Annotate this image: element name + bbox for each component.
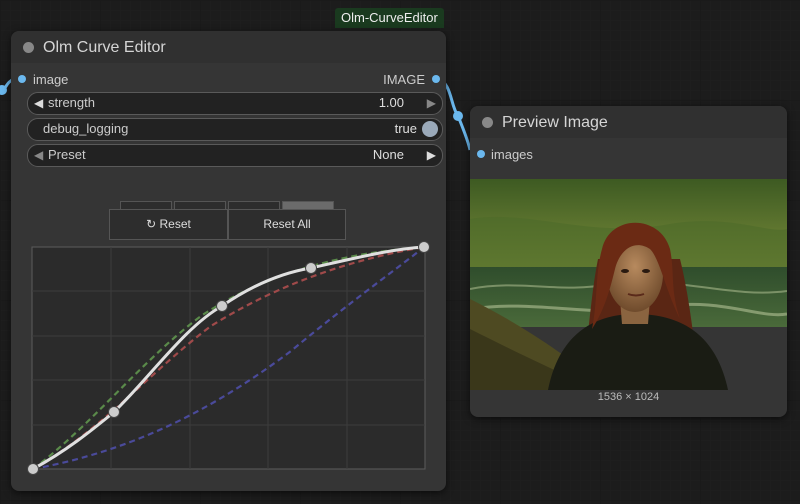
control-point bbox=[27, 463, 39, 475]
curve-graph[interactable] bbox=[11, 31, 446, 491]
curve-editor-node[interactable]: Olm Curve Editor image IMAGE ◀ strength … bbox=[11, 31, 446, 491]
control-point bbox=[418, 241, 430, 253]
preview-image bbox=[470, 179, 787, 390]
input-slot-label: images bbox=[491, 147, 533, 162]
input-slot-dot-icon[interactable] bbox=[477, 150, 485, 158]
image-dimensions: 1536 × 1024 bbox=[597, 391, 660, 403]
graph-background bbox=[31, 246, 426, 470]
node-header[interactable]: Preview Image bbox=[470, 106, 787, 138]
node-type-tag: Olm-CurveEditor bbox=[335, 8, 444, 28]
preview-image-node[interactable]: Preview Image images 1536 × 1024 bbox=[470, 106, 787, 417]
control-point bbox=[216, 300, 228, 312]
control-point bbox=[305, 262, 317, 274]
control-point bbox=[108, 406, 120, 418]
collapse-dot-icon[interactable] bbox=[482, 117, 493, 128]
images-slot-row: images bbox=[470, 146, 787, 164]
node-title: Preview Image bbox=[502, 114, 608, 131]
